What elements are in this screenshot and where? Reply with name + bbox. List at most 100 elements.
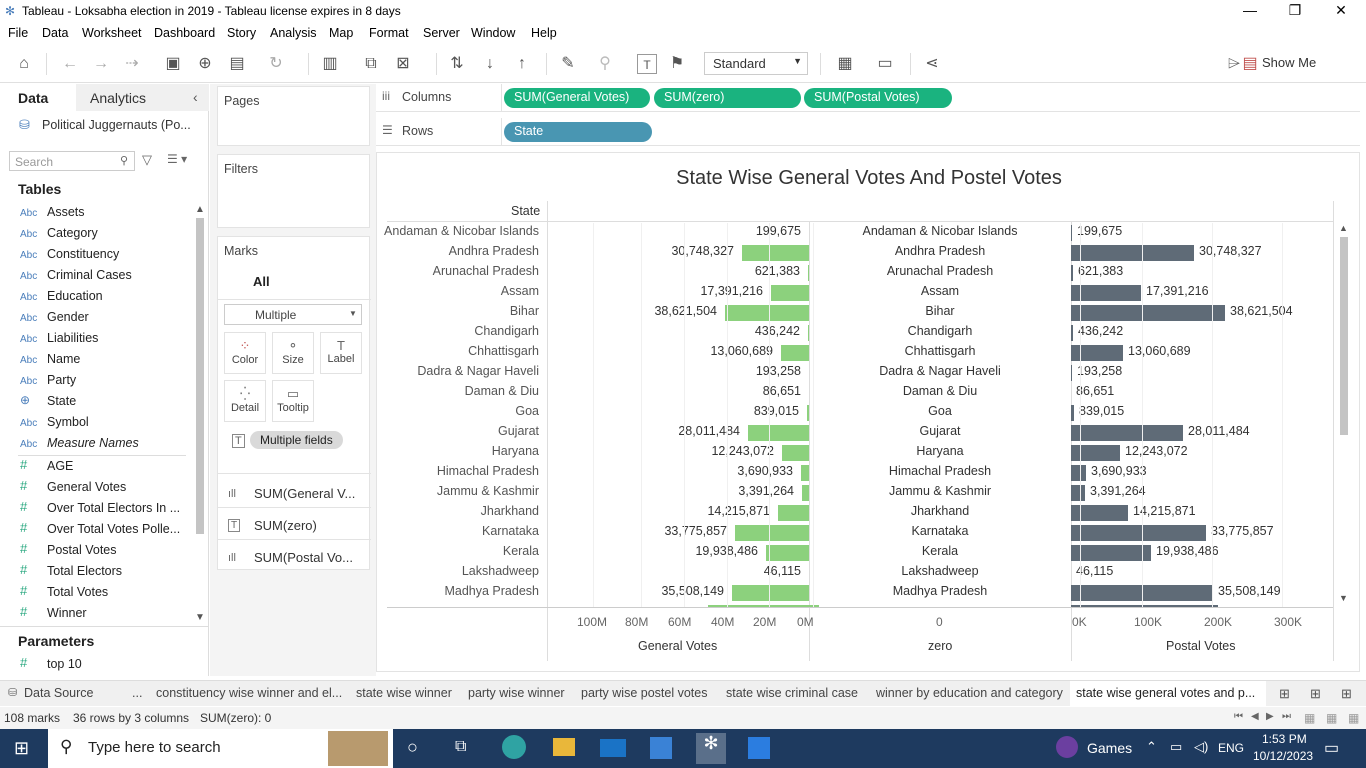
tab-ellipsis[interactable]: ... [132,686,142,700]
filter-icon[interactable]: ▽ [142,152,152,168]
field-winner[interactable]: Winner [47,606,87,620]
param-top-10[interactable]: top 10 [47,657,82,671]
field-total-electors[interactable]: Total Electors [47,564,122,578]
menu-help[interactable]: Help [531,26,557,40]
show-me-button[interactable]: Show Me [1262,55,1316,70]
zero-column-state-label[interactable]: Goa [810,404,1070,418]
pill-zero[interactable]: SUM(zero) [654,88,801,108]
replay-icon[interactable]: ⇢ [122,54,142,74]
general-votes-bar[interactable] [748,425,809,441]
rows-shelf[interactable]: ☰ Rows State [376,118,1360,146]
menu-data[interactable]: Data [42,26,68,40]
field-name[interactable]: Name [47,352,80,366]
view-scrollbar[interactable]: ▲ ▼ [1337,223,1351,605]
field-total-votes[interactable]: Total Votes [47,585,108,599]
undo-icon[interactable]: ← [60,54,80,74]
tab-state-wise-general[interactable]: state wise general votes and p... [1070,681,1266,707]
row-state-label[interactable]: Chhattisgarh [468,344,539,358]
row-state-label[interactable]: Assam [501,284,539,298]
multiple-fields-pill[interactable]: Multiple fields [250,431,343,449]
windows-start-icon[interactable]: ⊞ [14,738,29,759]
row-state-label[interactable]: Bihar [510,304,539,318]
edge-icon[interactable] [502,735,526,759]
postal-votes-bar[interactable] [1071,325,1073,341]
scroll-up-icon[interactable]: ▲ [195,204,205,215]
sort-descending-icon[interactable]: ↑ [512,54,532,74]
menu-dashboard[interactable]: Dashboard [154,26,215,40]
fit-dropdown[interactable]: Standard ▼ [704,52,808,75]
field-gender[interactable]: Gender [47,310,89,324]
pause-updates-icon[interactable]: ▤ [227,54,247,74]
general-votes-bar[interactable] [807,405,809,421]
taskbar-search[interactable]: ⚲ Type here to search [48,729,393,768]
color-button[interactable]: ⁘ Color [224,332,266,374]
games-label[interactable]: Games [1087,740,1132,756]
redo-icon[interactable]: → [91,54,111,74]
zero-column-state-label[interactable]: Andhra Pradesh [810,244,1070,258]
restore-icon[interactable]: ❐ [1272,2,1318,19]
general-votes-bar[interactable] [781,345,809,361]
field-party[interactable]: Party [47,373,76,387]
postal-votes-bar[interactable] [1071,545,1151,561]
general-votes-bar[interactable] [808,325,809,341]
refresh-icon[interactable]: ↻ [266,54,286,74]
home-icon[interactable]: ⌂ [14,54,34,74]
store-icon[interactable] [650,737,672,759]
fields-scrollbar[interactable]: ▲ ▼ [194,204,206,624]
general-votes-bar[interactable] [782,445,809,461]
show-labels-icon[interactable]: T [637,54,657,74]
row-state-label[interactable]: Dadra & Nagar Haveli [417,364,539,378]
new-story-tab-icon[interactable]: ⊞ [1341,686,1352,702]
marks-all[interactable]: All [253,274,270,289]
field-over-total-electors[interactable]: Over Total Electors In ... [47,501,180,515]
zero-column-state-label[interactable]: Bihar [810,304,1070,318]
row-state-label[interactable]: Karnataka [482,524,539,538]
row-state-label[interactable]: Madhya Pradesh [444,584,539,598]
search-input[interactable]: Search ⚲ [9,151,135,171]
language-indicator[interactable]: ENG [1218,741,1244,755]
clear-sheet-icon[interactable]: ⊠ [393,54,413,74]
zero-column-state-label[interactable]: Daman & Diu [810,384,1070,398]
field-symbol[interactable]: Symbol [47,415,89,429]
zero-column-state-label[interactable]: Gujarat [810,424,1070,438]
volume-icon[interactable]: ◁) [1194,739,1208,755]
row-state-label[interactable]: Haryana [492,444,539,458]
field-liabilities[interactable]: Liabilities [47,331,98,345]
marks-general-votes[interactable]: SUM(General V... [254,486,355,501]
pages-card[interactable]: Pages [217,86,370,146]
size-button[interactable]: ⚬ Size [272,332,314,374]
menu-map[interactable]: Map [329,26,353,40]
field-general-votes[interactable]: General Votes [47,480,126,494]
battery-icon[interactable]: ▭ [1170,739,1182,755]
pill-state[interactable]: State [504,122,652,142]
cortana-icon[interactable]: ○ [407,737,418,758]
zero-column-state-label[interactable]: Arunachal Pradesh [810,264,1070,278]
show-cards-icon[interactable]: ▦ [835,54,855,74]
mark-type-dropdown[interactable]: Multiple ▼ [224,304,362,325]
zero-column-state-label[interactable]: Andaman & Nicobar Islands [810,224,1070,238]
zero-column-state-label[interactable]: Jammu & Kashmir [810,484,1070,498]
zero-column-state-label[interactable]: Chandigarh [810,324,1070,338]
zero-column-state-label[interactable]: Haryana [810,444,1070,458]
task-view-icon[interactable]: ⧉ [455,738,466,756]
row-state-label[interactable]: Gujarat [498,424,539,438]
tray-chevron-icon[interactable]: ⌃ [1146,739,1157,755]
postal-votes-bar[interactable] [1071,365,1072,381]
clock-time[interactable]: 1:53 PM [1262,732,1307,746]
postal-votes-bar[interactable] [1071,265,1073,281]
tab-state-wise-winner[interactable]: state wise winner [356,686,452,700]
new-worksheet-icon[interactable]: ▥ [320,54,340,74]
general-votes-bar[interactable] [766,545,809,561]
postal-votes-bar[interactable] [1071,305,1225,321]
row-state-label[interactable]: Andhra Pradesh [449,244,539,258]
pin-icon[interactable]: ⚑ [667,54,687,74]
row-state-label[interactable]: Daman & Diu [465,384,539,398]
zero-column-state-label[interactable]: Himachal Pradesh [810,464,1070,478]
datasource-name[interactable]: Political Juggernauts (Po... [42,118,191,132]
field-over-total-votes[interactable]: Over Total Votes Polle... [47,522,180,536]
scroll-down-icon[interactable]: ▼ [195,612,205,623]
tab-state-wise-criminal[interactable]: state wise criminal case [726,686,858,700]
postal-votes-bar[interactable] [1071,285,1141,301]
save-icon[interactable]: ▣ [163,54,183,74]
share-icon[interactable]: ⋖ [922,54,942,74]
